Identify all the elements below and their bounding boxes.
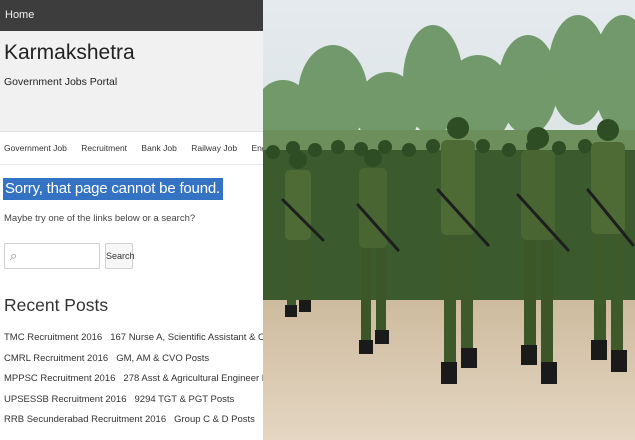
left-column: Home Karmakshetra Government Jobs Portal… [0,0,263,440]
recent-posts-list: TMC Recruitment 2016 167 Nurse A, Scienti… [4,332,263,435]
search-placeholder: ⌕ [10,248,18,263]
home-link[interactable]: Home [5,9,34,21]
list-item[interactable]: UPSESSB Recruitment 2016 9294 TGT & PGT P… [4,394,263,415]
post-title[interactable]: RRB Secunderabad Recruitment 2016 [4,414,166,425]
post-title[interactable]: UPSESSB Recruitment 2016 [4,394,127,405]
nav-item-government-job[interactable]: Government Job [4,143,67,153]
top-bar: Home [0,0,263,31]
nav-divider [0,164,263,165]
not-found-heading: Sorry, that page cannot be found. [3,178,223,200]
list-item[interactable]: TMC Recruitment 2016 167 Nurse A, Scienti… [4,332,263,353]
nav-item-bank-job[interactable]: Bank Job [141,143,176,153]
search-input[interactable]: ⌕ [4,243,100,269]
recent-posts-heading: Recent Posts [4,295,109,315]
main-nav: Government Job Recruitment Bank Job Rail… [4,143,263,153]
post-detail[interactable]: 278 Asst & Agricultural Engineer Posts [123,373,263,384]
site-title[interactable]: Karmakshetra [4,31,259,71]
not-found-hint: Maybe try one of the links below or a se… [4,213,196,224]
post-title[interactable]: MPPSC Recruitment 2016 [4,373,115,384]
list-item[interactable]: RRB Secunderabad Recruitment 2016 Group C… [4,414,263,435]
post-detail[interactable]: 167 Nurse A, Scientific Assistant & Othe… [110,332,263,343]
nav-item-engineering-job[interactable]: Engineering Job [251,143,263,153]
nav-item-railway-job[interactable]: Railway Job [191,143,237,153]
list-item[interactable]: CMRL Recruitment 2016 GM, AM & CVO Posts [4,353,263,374]
nav-item-recruitment[interactable]: Recruitment [81,143,127,153]
site-description: Government Jobs Portal [4,76,118,88]
post-title[interactable]: CMRL Recruitment 2016 [4,353,108,364]
post-detail[interactable]: GM, AM & CVO Posts [116,353,209,364]
marching-soldiers-photo [263,0,635,440]
photo-illustration [263,0,635,440]
site-header: Karmakshetra Government Jobs Portal [0,31,263,132]
post-title[interactable]: TMC Recruitment 2016 [4,332,102,343]
search-button[interactable]: Search [105,243,135,269]
list-item[interactable]: MPPSC Recruitment 2016 278 Asst & Agricul… [4,373,263,394]
post-detail[interactable]: 9294 TGT & PGT Posts [135,394,235,405]
post-detail[interactable]: Group C & D Posts [174,414,255,425]
